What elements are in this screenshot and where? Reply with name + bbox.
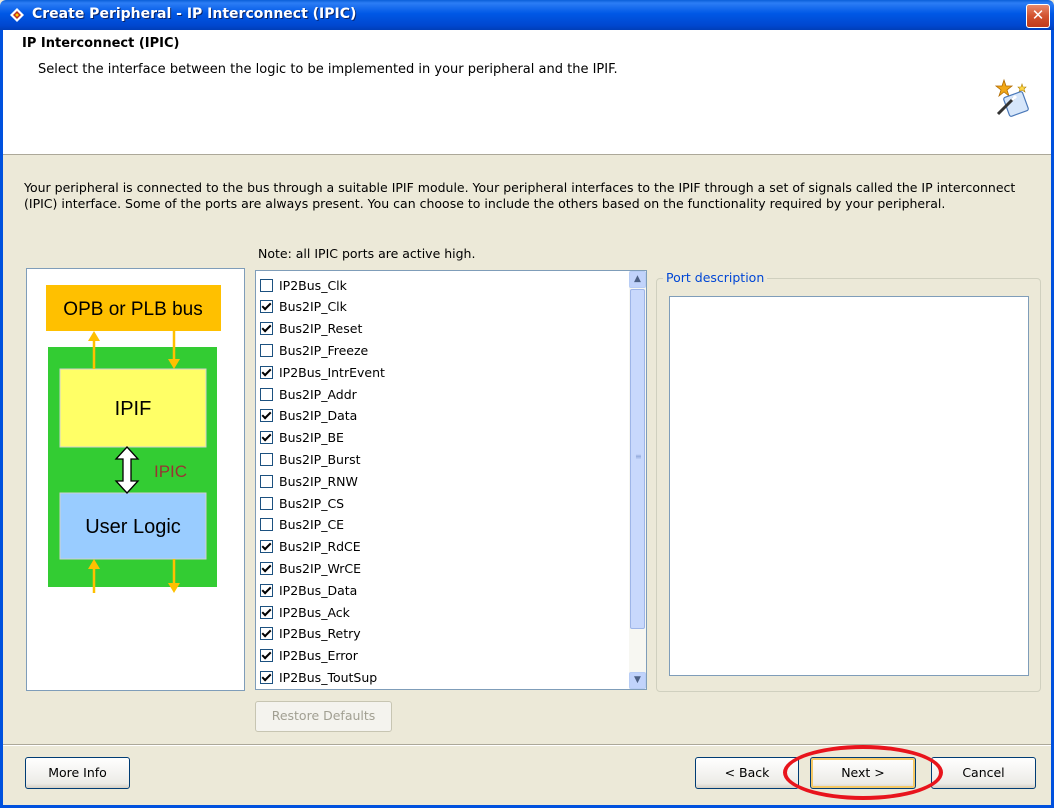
port-item[interactable]: IP2Bus_Ack: [260, 601, 350, 623]
port-checkbox[interactable]: [260, 322, 273, 336]
port-label: Bus2IP_RdCE: [279, 539, 361, 555]
port-item[interactable]: Bus2IP_WrCE: [260, 557, 361, 579]
ipic-diagram: OPB or PLB bus IPIF User Logic IPIC: [26, 268, 245, 691]
port-checkbox[interactable]: [260, 387, 273, 401]
ports-scrollbar[interactable]: ▲ ≡ ▼: [629, 271, 646, 689]
port-label: Bus2IP_WrCE: [279, 560, 362, 576]
bus-label: OPB or PLB bus: [63, 299, 202, 320]
back-button[interactable]: < Back: [695, 757, 799, 789]
port-checkbox[interactable]: [260, 278, 273, 292]
port-item[interactable]: Bus2IP_RNW: [260, 470, 358, 492]
port-description-label: Port description: [663, 270, 768, 285]
active-high-note: Note: all IPIC ports are active high.: [258, 246, 476, 261]
port-label: Bus2IP_Addr: [279, 386, 357, 402]
port-checkbox[interactable]: [260, 431, 273, 445]
page-subtitle: Select the interface between the logic t…: [38, 62, 618, 77]
port-checkbox[interactable]: [260, 518, 273, 532]
port-checkbox[interactable]: [260, 649, 273, 663]
port-item[interactable]: IP2Bus_Error: [260, 645, 358, 667]
port-label: Bus2IP_Freeze: [279, 342, 369, 358]
port-checkbox[interactable]: [260, 300, 273, 314]
ipif-label: IPIF: [115, 398, 152, 420]
port-checkbox[interactable]: [260, 496, 273, 510]
port-item[interactable]: IP2Bus_Clk: [260, 274, 347, 296]
port-checkbox[interactable]: [260, 540, 273, 554]
ipic-label: IPIC: [154, 462, 187, 481]
port-checkbox[interactable]: [260, 627, 273, 641]
ipic-diagram-svg: OPB or PLB bus IPIF User Logic IPIC: [46, 285, 221, 593]
port-description-text: [669, 296, 1029, 676]
footer-separator: [3, 744, 1051, 746]
app-icon: [10, 8, 24, 22]
port-checkbox[interactable]: [260, 583, 273, 597]
port-item[interactable]: Bus2IP_CS: [260, 492, 344, 514]
wizard-wand-icon: [994, 78, 1029, 117]
close-button[interactable]: ✕: [1026, 4, 1050, 28]
port-item[interactable]: IP2Bus_Retry: [260, 623, 361, 645]
window-title: Create Peripheral - IP Interconnect (IPI…: [32, 6, 357, 22]
scroll-down-button[interactable]: ▼: [629, 672, 646, 689]
port-checkbox[interactable]: [260, 561, 273, 575]
port-label: IP2Bus_ToutSup: [279, 669, 378, 685]
port-checkbox[interactable]: [260, 452, 273, 466]
port-checkbox[interactable]: [260, 343, 273, 357]
port-label: IP2Bus_IntrEvent: [279, 364, 385, 380]
cancel-button[interactable]: Cancel: [931, 757, 1036, 789]
user-logic-label: User Logic: [85, 516, 181, 538]
port-checkbox[interactable]: [260, 365, 273, 379]
port-item[interactable]: IP2Bus_ToutSup: [260, 666, 377, 688]
port-checkbox[interactable]: [260, 474, 273, 488]
port-checkbox[interactable]: [260, 605, 273, 619]
port-label: Bus2IP_Clk: [279, 299, 347, 315]
port-checkbox[interactable]: [260, 409, 273, 423]
scroll-thumb[interactable]: ≡: [630, 289, 645, 629]
port-item[interactable]: IP2Bus_Data: [260, 579, 357, 601]
port-label: IP2Bus_Clk: [279, 277, 347, 293]
port-label: Bus2IP_Reset: [279, 321, 363, 337]
ports-listbox[interactable]: IP2Bus_Clk Bus2IP_Clk Bus2IP_Reset Bus2IP_F…: [255, 270, 647, 690]
close-icon: ✕: [1031, 6, 1045, 24]
title-bar: Create Peripheral - IP Interconnect (IPI…: [0, 0, 1054, 30]
port-checkbox[interactable]: [260, 670, 273, 684]
port-item[interactable]: Bus2IP_Reset: [260, 318, 362, 340]
port-label: IP2Bus_Retry: [279, 626, 361, 642]
port-item[interactable]: Bus2IP_Addr: [260, 383, 357, 405]
port-label: Bus2IP_CE: [279, 517, 345, 533]
port-item[interactable]: Bus2IP_Clk: [260, 296, 347, 318]
port-item[interactable]: Bus2IP_BE: [260, 427, 344, 449]
port-item[interactable]: IP2Bus_IntrEvent: [260, 361, 385, 383]
port-label: IP2Bus_Data: [279, 582, 358, 598]
port-label: Bus2IP_Burst: [279, 451, 361, 467]
next-button[interactable]: Next >: [810, 757, 916, 789]
page-title: IP Interconnect (IPIC): [22, 36, 180, 51]
port-label: IP2Bus_Ack: [279, 604, 350, 620]
more-info-button[interactable]: More Info: [25, 757, 130, 789]
port-label: Bus2IP_BE: [279, 430, 344, 446]
port-label: Bus2IP_Data: [279, 408, 358, 424]
port-label: Bus2IP_CS: [279, 495, 345, 511]
scroll-up-button[interactable]: ▲: [629, 271, 646, 288]
port-item[interactable]: Bus2IP_RdCE: [260, 536, 361, 558]
port-item[interactable]: Bus2IP_Burst: [260, 448, 361, 470]
restore-defaults-button[interactable]: Restore Defaults: [255, 701, 392, 732]
port-item[interactable]: Bus2IP_CE: [260, 514, 344, 536]
port-item[interactable]: Bus2IP_Data: [260, 405, 357, 427]
intro-text: Your peripheral is connected to the bus …: [24, 180, 1016, 211]
grip-icon: ≡: [635, 452, 642, 461]
port-label: IP2Bus_Error: [279, 648, 358, 664]
port-label: Bus2IP_RNW: [279, 473, 358, 489]
port-item[interactable]: Bus2IP_Freeze: [260, 339, 368, 361]
